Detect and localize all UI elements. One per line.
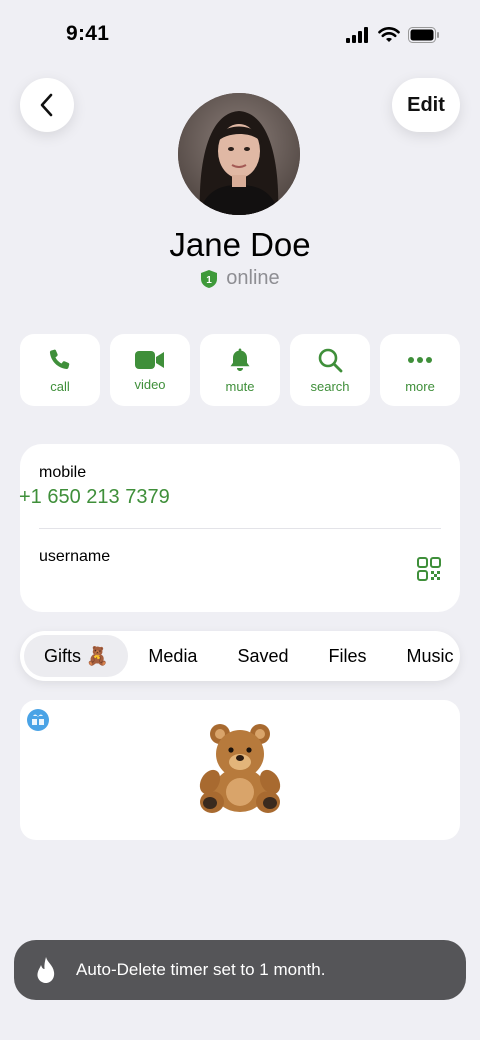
more-button[interactable]: more (380, 334, 460, 406)
qr-code-icon[interactable] (416, 556, 442, 582)
video-label: video (134, 376, 166, 392)
more-label: more (405, 378, 435, 394)
status-time: 9:41 (66, 22, 110, 45)
mute-button[interactable]: mute (200, 334, 280, 406)
phone-icon (49, 349, 70, 369)
search-label: search (310, 378, 350, 394)
username-label: username (39, 548, 111, 565)
mobile-number[interactable]: +1 650 213 7379 (19, 486, 170, 509)
status-icons (346, 27, 440, 43)
divider (39, 528, 441, 529)
more-dots-icon (408, 356, 432, 363)
tabs-inner: Gifts 🧸 Media Saved Files Music (24, 635, 460, 677)
video-camera-icon (135, 350, 164, 369)
info-card: mobile username (20, 444, 460, 612)
chevron-left-icon (40, 93, 53, 117)
online-status: online (226, 267, 280, 289)
back-button[interactable] (20, 78, 74, 132)
wifi-icon (378, 27, 400, 42)
profile-photo (178, 93, 300, 215)
contact-profile-screen: 9:41 Edit Jane Doe 1 online call video m… (0, 0, 480, 1040)
flame-icon (37, 957, 55, 983)
call-label: call (50, 378, 70, 394)
edit-button[interactable]: Edit (392, 78, 460, 132)
tab-media[interactable]: Media (128, 635, 217, 677)
status-line: 1 online (0, 267, 480, 290)
teddy-bear-icon (199, 724, 281, 813)
gifts-card[interactable] (20, 700, 460, 840)
shield-icon: 1 (201, 269, 218, 288)
search-button[interactable]: search (290, 334, 370, 406)
search-icon (318, 348, 343, 372)
mobile-label: mobile (39, 464, 87, 481)
battery-icon (408, 27, 439, 43)
action-buttons: call video mute search more (20, 334, 460, 406)
tab-music[interactable]: Music (387, 635, 460, 677)
bell-icon (230, 348, 250, 371)
video-button[interactable]: video (110, 334, 190, 406)
shield-badge-number: 1 (207, 275, 213, 286)
mute-label: mute (225, 378, 255, 394)
tab-files[interactable]: Files (309, 635, 387, 677)
tab-saved[interactable]: Saved (217, 635, 308, 677)
gift-badge-icon (27, 709, 49, 731)
cellular-signal-icon (346, 27, 368, 43)
profile-tabs: Gifts 🧸 Media Saved Files Music (20, 631, 460, 681)
avatar[interactable] (178, 93, 300, 215)
auto-delete-toast[interactable]: Auto-Delete timer set to 1 month. (14, 940, 466, 1000)
toast-message: Auto-Delete timer set to 1 month. (76, 960, 326, 979)
profile-name: Jane Doe (169, 226, 311, 263)
call-button[interactable]: call (20, 334, 100, 406)
tab-gifts[interactable]: Gifts 🧸 (24, 635, 129, 677)
status-bar: 9:41 (0, 0, 480, 70)
